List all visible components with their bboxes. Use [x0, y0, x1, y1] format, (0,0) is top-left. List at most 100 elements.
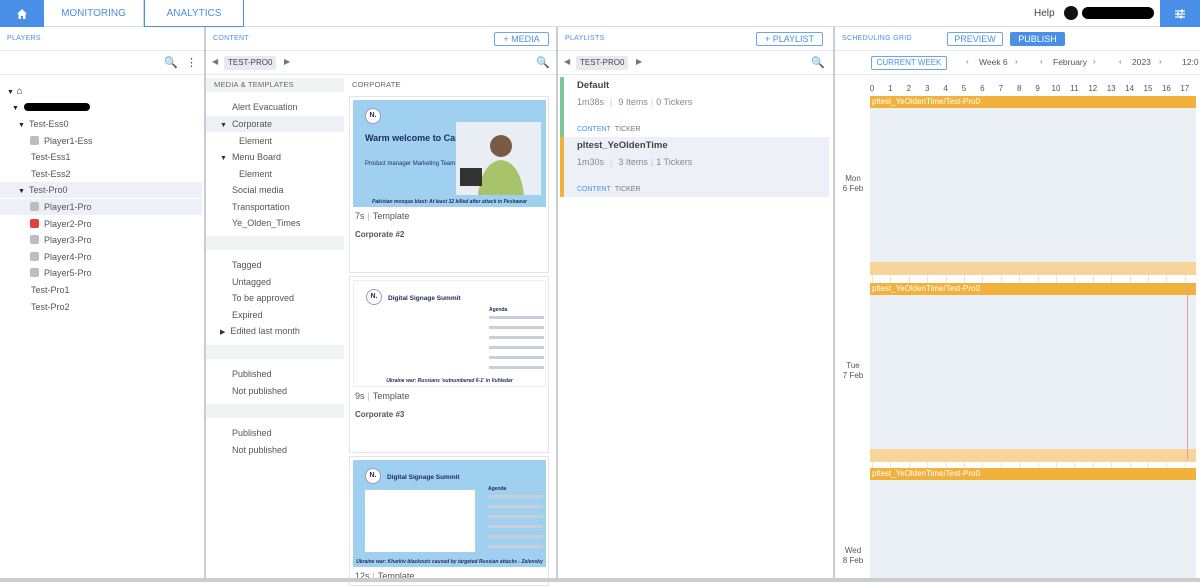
schedule-day-block[interactable] [870, 283, 1196, 462]
nav-item-alert-evacuation[interactable]: Alert Evacuation [206, 99, 344, 115]
section-triggers [206, 404, 344, 418]
settings-button[interactable] [1160, 0, 1200, 27]
player-filter-chip[interactable]: TEST-PRO0 [576, 56, 628, 70]
caret-right-icon[interactable]: ▶ [636, 57, 642, 66]
playlist-name: pltest_YeOldenTime [577, 140, 668, 151]
next-week-icon[interactable]: › [1015, 57, 1018, 66]
caret-right-icon: ▶ [220, 329, 225, 336]
nav-item-smart-folder[interactable]: To be approved [206, 290, 344, 306]
schedule-event[interactable]: pltest_YeOldenTime/Test-Pro0 [870, 96, 1196, 108]
tree-item[interactable]: Test-Ess1 [0, 149, 202, 165]
tree-item[interactable]: Player3-Pro [0, 232, 202, 248]
schedule-event[interactable]: pltest_YeOldenTime/Test-Pro0 [870, 468, 1196, 480]
tree-item[interactable]: Player2-Pro [0, 216, 202, 232]
nav-item-social-media[interactable]: Social media [206, 182, 344, 198]
week-label: Week 6 [979, 57, 1008, 67]
player-status-checkbox[interactable] [30, 268, 39, 277]
tab-monitoring[interactable]: MONITORING [44, 0, 144, 27]
tree-item[interactable]: ▼Test-Pro0 [0, 182, 202, 198]
search-icon[interactable]: 🔍 [811, 56, 825, 69]
horizontal-scrollbar[interactable] [0, 578, 1200, 582]
nav-item-trigger[interactable]: Not published [206, 442, 344, 458]
tree-item[interactable]: Player1-Pro [0, 199, 202, 215]
separator: | [368, 211, 370, 221]
nav-item-smart-folder[interactable]: Expired [206, 307, 344, 323]
current-week-button[interactable]: CURRENT WEEK [871, 56, 947, 70]
nav-item-smart-folder[interactable]: Tagged [206, 257, 344, 273]
nav-item-menu-board[interactable]: ▼Menu Board [206, 149, 344, 165]
schedule-event-tail[interactable] [870, 262, 1196, 275]
next-year-icon[interactable]: › [1159, 57, 1162, 66]
tree-item[interactable]: ▼Test-Ess0 [0, 116, 202, 132]
tree-item-label: Test-Pro1 [31, 285, 70, 295]
nav-item-smart-folder[interactable]: ▶Edited last month [206, 323, 344, 339]
nav-item-ye-olden-times[interactable]: Ye_Olden_Times [206, 215, 344, 231]
preview-button[interactable]: PREVIEW [947, 32, 1003, 46]
publish-button[interactable]: PUBLISH [1010, 32, 1065, 46]
tree-item-label: Player5-Pro [44, 268, 92, 278]
prev-month-icon[interactable]: ‹ [1040, 57, 1043, 66]
redacted-username[interactable] [1082, 7, 1154, 19]
prev-week-icon[interactable]: ‹ [966, 57, 969, 66]
card-duration: 9s|Template [355, 391, 409, 401]
content-card[interactable]: N.Digital Signage SummitAgendaUkraine wa… [349, 276, 549, 453]
playlist-ticker-count: 1 Tickers [656, 157, 692, 167]
caret-down-icon: ▼ [220, 122, 227, 129]
schedule-event[interactable]: pltest_YeOldenTime/Test-Pro0 [870, 283, 1196, 295]
nav-item-ticker[interactable]: Published [206, 366, 344, 382]
search-icon[interactable]: 🔍 [536, 56, 550, 69]
schedule-day-block[interactable] [870, 96, 1196, 275]
tree-item[interactable]: Player4-Pro [0, 249, 202, 265]
search-icon[interactable]: 🔍 [164, 56, 178, 69]
schedule-day-block[interactable] [870, 468, 1196, 578]
tree-item[interactable]: Player1-Ess [0, 133, 202, 149]
nav-item-ticker[interactable]: Not published [206, 383, 344, 399]
user-avatar-icon[interactable] [1064, 6, 1078, 20]
playlist-item[interactable]: Default1m38s|9 Items|0 TickersCONTENTTIC… [560, 77, 829, 137]
nav-item-element[interactable]: Element [206, 166, 344, 182]
tree-root[interactable]: ▼ ⌂ [7, 83, 23, 99]
schedule-title: SCHEDULING GRID [842, 35, 912, 42]
player-status-checkbox[interactable] [30, 219, 39, 228]
prev-year-icon[interactable]: ‹ [1119, 57, 1122, 66]
caret-left-icon[interactable]: ◀ [564, 57, 570, 66]
nav-item-trigger[interactable]: Published [206, 425, 344, 441]
schedule-event-tail[interactable] [870, 449, 1196, 462]
player-status-checkbox[interactable] [30, 252, 39, 261]
more-vertical-icon[interactable]: ⋮ [186, 56, 197, 69]
tree-group-redacted[interactable]: ▼ [12, 99, 90, 115]
card-thumbnail[interactable]: N.Digital Signage SummitAgendaUkraine wa… [353, 460, 546, 567]
nav-item-label: Untagged [232, 277, 271, 287]
nav-item-label: Ye_Olden_Times [232, 218, 300, 228]
help-link[interactable]: Help [1034, 0, 1055, 27]
playlist-ticker-count: 0 Tickers [656, 97, 692, 107]
playlist-item[interactable]: pltest_YeOldenTime1m30s|3 Items|1 Ticker… [560, 137, 829, 197]
nav-item-element[interactable]: Element [206, 133, 344, 149]
card-thumbnail[interactable]: N.Warm welcome to Camilia Sanders.Produc… [353, 100, 546, 207]
home-button[interactable] [0, 0, 44, 27]
hour-label: 2 [901, 84, 917, 93]
nav-item-transportation[interactable]: Transportation [206, 199, 344, 215]
next-month-icon[interactable]: › [1093, 57, 1096, 66]
card-thumbnail[interactable]: N.Digital Signage SummitAgendaUkraine wa… [353, 280, 546, 387]
content-card[interactable]: N.Warm welcome to Camilia Sanders.Produc… [349, 96, 549, 273]
content-card[interactable]: N.Digital Signage SummitAgendaUkraine wa… [349, 456, 549, 586]
add-media-button[interactable]: + MEDIA [494, 32, 549, 46]
nav-item-smart-folder[interactable]: Untagged [206, 274, 344, 290]
player-filter-chip[interactable]: TEST-PRO0 [224, 56, 276, 70]
player-status-checkbox[interactable] [30, 202, 39, 211]
tree-item[interactable]: Test-Pro1 [0, 282, 202, 298]
tree-item[interactable]: Test-Ess2 [0, 166, 202, 182]
nav-item-corporate[interactable]: ▼ Corporate [206, 116, 344, 132]
caret-right-icon[interactable]: ▶ [284, 57, 290, 66]
caret-left-icon[interactable]: ◀ [212, 57, 218, 66]
tree-item[interactable]: Test-Pro2 [0, 299, 202, 315]
add-playlist-button[interactable]: + PLAYLIST [756, 32, 823, 46]
player-status-checkbox[interactable] [30, 235, 39, 244]
nav-item-label: Corporate [232, 119, 272, 129]
player-status-checkbox[interactable] [30, 136, 39, 145]
tab-analytics[interactable]: ANALYTICS [144, 0, 244, 27]
card-name: Corporate #3 [355, 410, 404, 419]
tree-item[interactable]: Player5-Pro [0, 265, 202, 281]
grid-header-corporate: CORPORATE [344, 78, 550, 92]
